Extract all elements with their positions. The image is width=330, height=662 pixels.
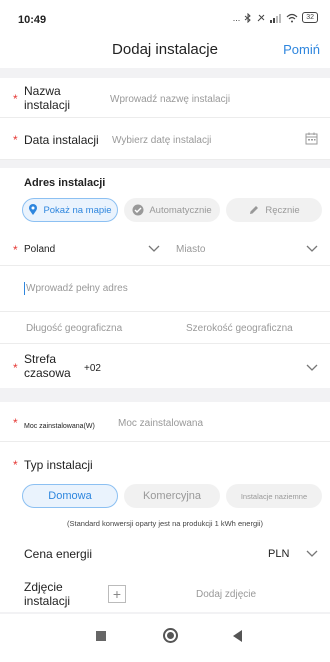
status-time: 10:49 bbox=[18, 14, 47, 26]
required-marker: * bbox=[13, 92, 18, 106]
installed-power-input[interactable]: Moc zainstalowana bbox=[118, 418, 203, 429]
system-navigation-bar bbox=[0, 614, 330, 662]
required-marker: * bbox=[13, 416, 18, 430]
add-photo-button[interactable]: Dodaj zdjęcie bbox=[196, 589, 256, 600]
photo-row: Zdjęcie instalacji + Dodaj zdjęcie bbox=[0, 570, 330, 614]
required-marker: * bbox=[13, 243, 18, 257]
conversion-note: (Standard konwersji oparty jest na produ… bbox=[67, 519, 263, 528]
status-icons: ... 32 bbox=[233, 12, 318, 23]
full-address-row: Wprowadź pełny adres bbox=[0, 266, 330, 312]
section-separator bbox=[0, 388, 330, 402]
app-header: Dodaj instalacje Pomiń bbox=[0, 34, 330, 68]
home-button[interactable] bbox=[163, 628, 178, 643]
country-city-row: * Poland Miasto bbox=[0, 232, 330, 266]
timezone-label: Strefa czasowa bbox=[24, 352, 71, 380]
required-marker: * bbox=[13, 458, 18, 472]
timezone-value[interactable]: +02 bbox=[84, 363, 101, 374]
manual-button[interactable]: Ręcznie bbox=[226, 198, 322, 222]
type-commercial-button[interactable]: Komercyjna bbox=[124, 484, 220, 508]
installation-date-label: Data instalacji bbox=[24, 133, 99, 147]
chevron-down-icon[interactable] bbox=[306, 364, 318, 372]
status-bar: 10:49 ... 32 bbox=[0, 0, 330, 34]
type-domestic-label: Domowa bbox=[48, 490, 92, 502]
longitude-input[interactable]: Długość geograficzna bbox=[26, 323, 122, 334]
manual-label: Ręcznie bbox=[265, 204, 300, 216]
alarm-icon bbox=[257, 14, 265, 21]
recent-apps-button[interactable] bbox=[96, 631, 106, 641]
plus-icon[interactable]: + bbox=[108, 585, 126, 603]
text-cursor bbox=[24, 282, 25, 295]
back-button[interactable] bbox=[233, 630, 242, 642]
currency-select[interactable]: PLN bbox=[268, 548, 289, 560]
latitude-input[interactable]: Szerokość geograficzna bbox=[186, 323, 293, 334]
country-select[interactable]: Poland bbox=[24, 244, 55, 255]
signal-icon bbox=[270, 13, 282, 23]
automatic-label: Automatycznie bbox=[149, 204, 212, 216]
energy-price-label: Cena energii bbox=[24, 547, 93, 561]
chevron-down-icon[interactable] bbox=[306, 550, 318, 558]
section-separator bbox=[0, 68, 330, 78]
energy-price-row[interactable]: Cena energii PLN bbox=[0, 536, 330, 570]
installation-name-label: Nazwa instalacji bbox=[24, 84, 71, 112]
check-circle-icon bbox=[132, 204, 144, 216]
installation-date-row[interactable]: * Data instalacji Wybierz datę instalacj… bbox=[0, 118, 330, 160]
chevron-down-icon[interactable] bbox=[148, 245, 160, 253]
wifi-icon bbox=[286, 13, 298, 22]
type-commercial-label: Komercyjna bbox=[142, 490, 202, 502]
section-separator bbox=[0, 160, 330, 168]
calendar-icon[interactable] bbox=[305, 132, 318, 145]
skip-button[interactable]: Pomiń bbox=[283, 42, 320, 57]
battery-indicator: 32 bbox=[302, 12, 318, 23]
show-on-map-button[interactable]: Pokaż na mapie bbox=[22, 198, 118, 222]
full-address-input[interactable]: Wprowadź pełny adres bbox=[26, 283, 128, 294]
location-pin-icon bbox=[29, 204, 38, 215]
pencil-icon bbox=[250, 206, 259, 214]
required-marker: * bbox=[13, 133, 18, 147]
page-title: Dodaj instalacje bbox=[112, 41, 218, 58]
photo-label: Zdjęcie instalacji bbox=[24, 580, 71, 608]
installation-name-input[interactable]: Wprowadź nazwę instalacji bbox=[110, 94, 230, 105]
coordinates-row: Długość geograficzna Szerokość geografic… bbox=[0, 312, 330, 344]
type-domestic-button[interactable]: Domowa bbox=[22, 484, 118, 508]
timezone-row[interactable]: * Strefa czasowa +02 bbox=[0, 344, 330, 388]
installation-date-input[interactable]: Wybierz datę instalacji bbox=[112, 135, 211, 146]
automatic-button[interactable]: Automatycznie bbox=[124, 198, 220, 222]
chevron-down-icon[interactable] bbox=[306, 245, 318, 253]
type-ground-label: Instalacje naziemne bbox=[240, 491, 308, 501]
type-ground-button[interactable]: Instalacje naziemne bbox=[226, 484, 322, 508]
status-dots: ... bbox=[232, 12, 241, 23]
installed-power-label: Moc zainstalowana(W) bbox=[24, 423, 95, 430]
installation-type-label: Typ instalacji bbox=[24, 458, 93, 472]
installation-name-row: * Nazwa instalacji Wprowadź nazwę instal… bbox=[0, 78, 330, 118]
installed-power-row: * Moc zainstalowana(W) Moc zainstalowana bbox=[0, 402, 330, 442]
required-marker: * bbox=[13, 361, 18, 375]
show-on-map-label: Pokaż na mapie bbox=[43, 204, 112, 216]
city-select[interactable]: Miasto bbox=[176, 244, 205, 255]
bluetooth-icon bbox=[244, 12, 251, 23]
address-section-title: Adres instalacji bbox=[24, 177, 106, 189]
